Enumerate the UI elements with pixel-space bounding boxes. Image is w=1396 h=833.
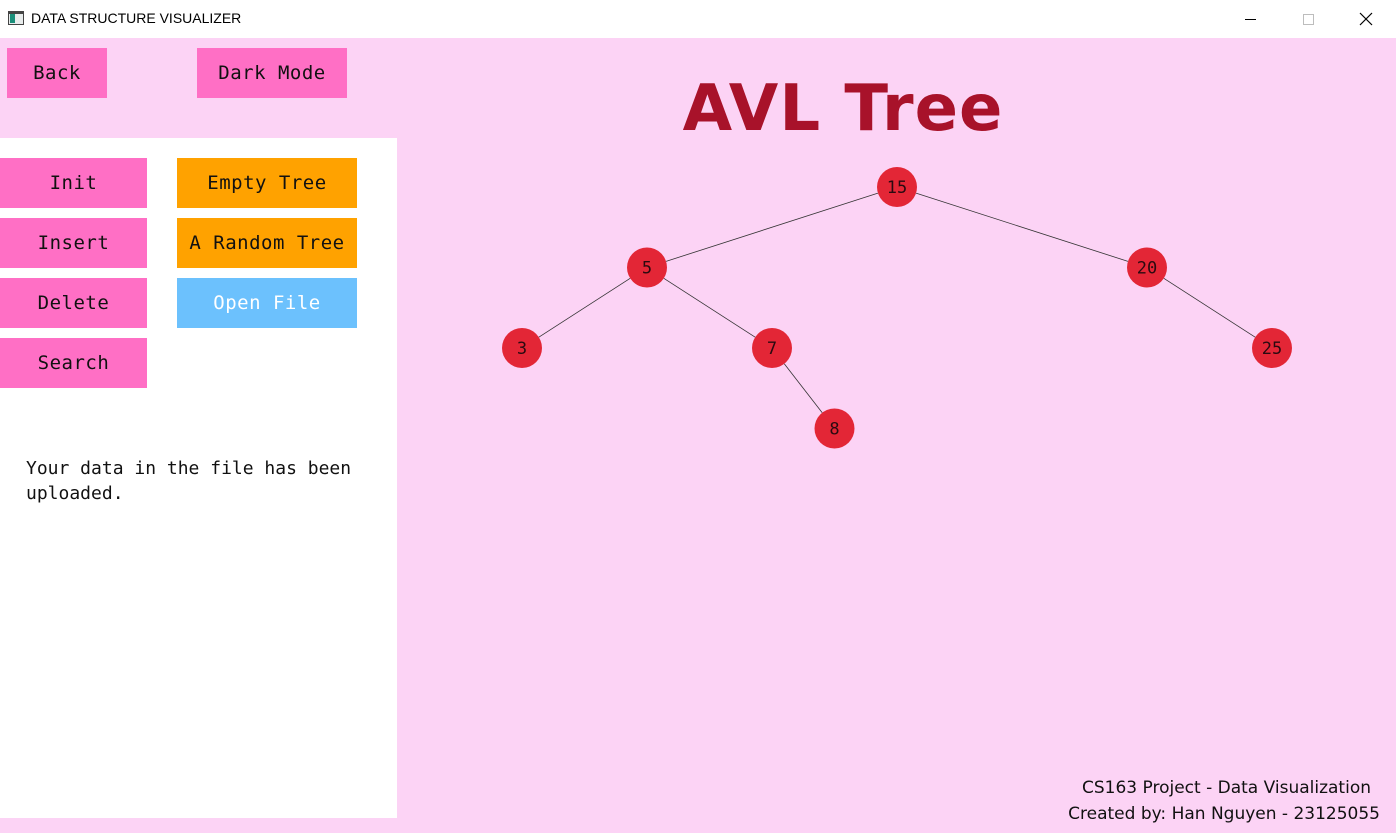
tree-edge bbox=[915, 192, 1129, 262]
tree-edge bbox=[1163, 277, 1256, 338]
tree-node-label: 15 bbox=[887, 178, 907, 198]
footer-project: CS163 Project - Data Visualization bbox=[1082, 778, 1371, 798]
tree-node-label: 3 bbox=[517, 339, 527, 359]
tree-edge bbox=[665, 192, 879, 262]
tree-node[interactable]: 15 bbox=[877, 167, 917, 207]
tree-node-label: 7 bbox=[767, 339, 777, 359]
tree-node[interactable]: 5 bbox=[627, 247, 667, 288]
tree-edge bbox=[538, 277, 631, 338]
tree-node-label: 25 bbox=[1262, 339, 1282, 359]
tree-node[interactable]: 25 bbox=[1252, 328, 1292, 368]
tree-node[interactable]: 20 bbox=[1127, 247, 1167, 288]
tree-node-label: 8 bbox=[829, 420, 839, 440]
tree-edge bbox=[783, 363, 823, 413]
tree-node[interactable]: 8 bbox=[814, 408, 855, 449]
avl-tree-canvas: 15 5 20 3 7 25 8 bbox=[502, 167, 1292, 449]
tree-node[interactable]: 3 bbox=[502, 328, 542, 368]
tree-node[interactable]: 7 bbox=[752, 328, 792, 368]
tree-node-label: 5 bbox=[642, 259, 652, 279]
tree-node-label: 20 bbox=[1137, 259, 1157, 279]
footer-author: Created by: Han Nguyen - 23125055 bbox=[1068, 804, 1380, 824]
tree-edge bbox=[663, 277, 756, 338]
